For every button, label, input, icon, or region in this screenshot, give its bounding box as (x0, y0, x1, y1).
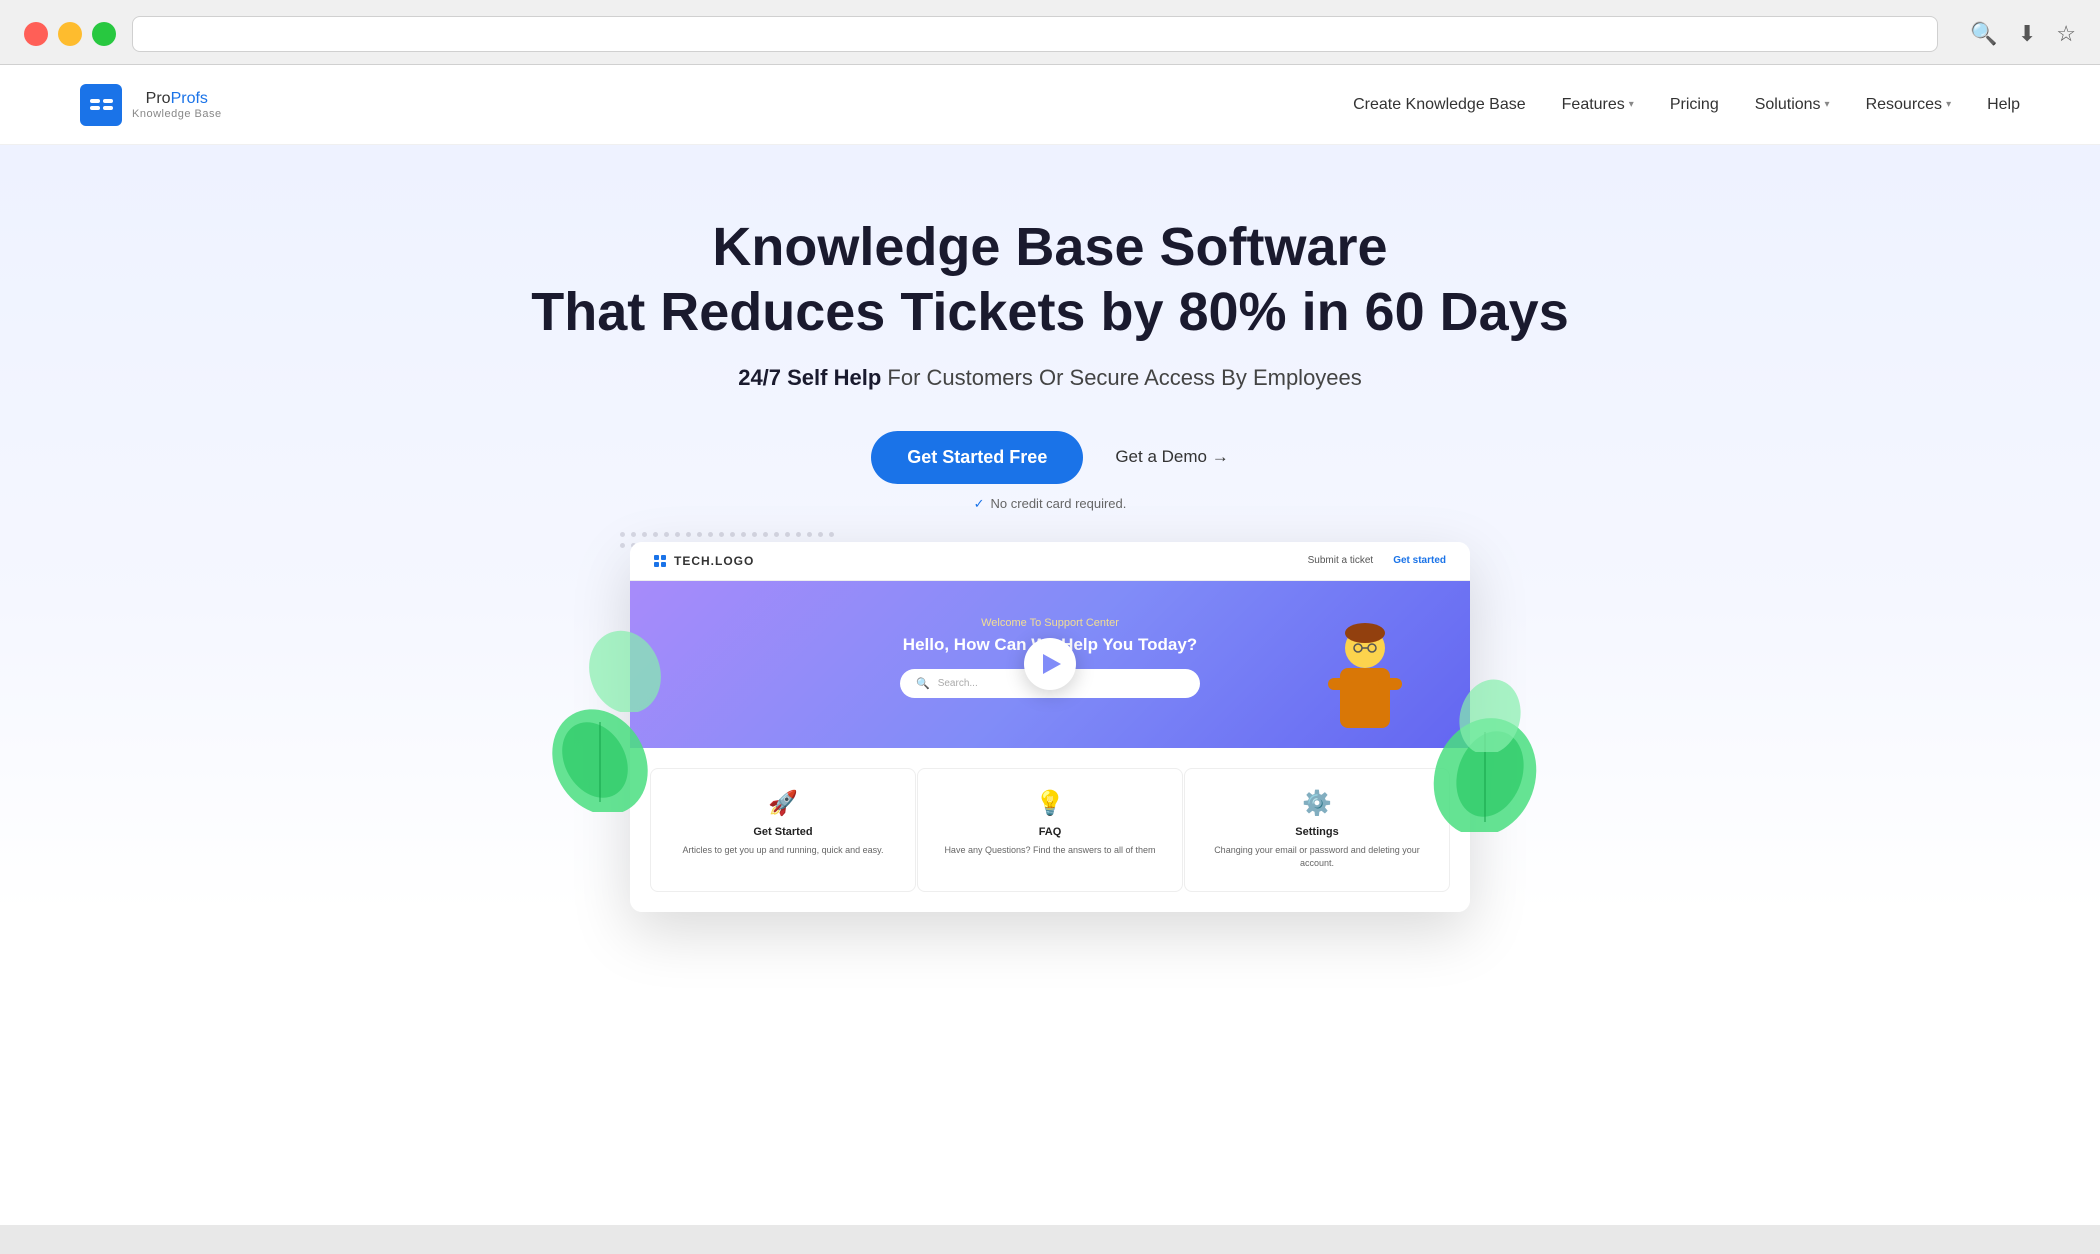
nav-item-resources[interactable]: Resources ▾ (1866, 96, 1952, 114)
browser-mockup: TECH.LOGO Submit a ticket Get started We… (630, 542, 1470, 912)
nav-item-create[interactable]: Create Knowledge Base (1353, 96, 1526, 114)
mockup-nav-getstarted: Get started (1393, 555, 1446, 566)
browser-chrome: 🔍 ⬇ ☆ (0, 0, 2100, 65)
mockup-hero-subtitle: Welcome To Support Center (981, 617, 1119, 629)
mockup-card-text-0: Articles to get you up and running, quic… (667, 844, 899, 858)
logo-subtitle: Knowledge Base (132, 108, 222, 120)
person-illustration (1320, 623, 1410, 748)
logo-profs: Profs (171, 90, 208, 107)
hero-subtitle: 24/7 Self Help For Customers Or Secure A… (40, 365, 2060, 391)
bulb-icon: 💡 (934, 789, 1166, 818)
browser-actions: 🔍 ⬇ ☆ (1970, 21, 2076, 47)
check-icon: ✓ (974, 496, 985, 512)
cta-row: Get Started Free Get a Demo → (40, 431, 2060, 484)
navbar: ProProfs Knowledge Base Create Knowledge… (0, 65, 2100, 145)
address-bar[interactable] (132, 16, 1938, 52)
logo-lines (84, 93, 119, 116)
solutions-chevron-icon: ▾ (1825, 99, 1830, 110)
traffic-lights (24, 22, 116, 46)
rocket-icon: 🚀 (667, 789, 899, 818)
play-button[interactable] (1024, 638, 1076, 690)
mockup-logo-sq-3 (654, 562, 659, 567)
play-triangle-icon (1043, 654, 1061, 674)
features-chevron-icon: ▾ (1629, 99, 1634, 110)
leaf-right2-decoration (1450, 672, 1530, 752)
mockup-cards-section: 🚀 Get Started Articles to get you up and… (630, 748, 1470, 912)
mockup-card-title-2: Settings (1201, 826, 1433, 838)
nav-item-solutions[interactable]: Solutions ▾ (1755, 96, 1830, 114)
mockup-logo: TECH.LOGO (654, 554, 754, 568)
logo-icon (80, 84, 122, 126)
get-started-button[interactable]: Get Started Free (871, 431, 1083, 484)
logo-text-box: ProProfs Knowledge Base (132, 90, 222, 120)
close-button[interactable] (24, 22, 48, 46)
nav-item-help[interactable]: Help (1987, 96, 2020, 114)
logo-line-1 (90, 99, 100, 103)
nav-item-pricing[interactable]: Pricing (1670, 96, 1719, 114)
mockup-card-text-1: Have any Questions? Find the answers to … (934, 844, 1166, 858)
no-cc-text: ✓ No credit card required. (40, 496, 2060, 512)
search-icon[interactable]: 🔍 (1970, 21, 1997, 47)
logo-pro: Pro (146, 90, 171, 107)
leaf-left2-decoration (580, 622, 670, 712)
webpage: ProProfs Knowledge Base Create Knowledge… (0, 65, 2100, 1225)
mockup-card-title-0: Get Started (667, 826, 899, 838)
download-icon[interactable]: ⬇ (2018, 21, 2036, 47)
mockup-search-icon: 🔍 (916, 677, 930, 690)
mockup-search-placeholder: Search... (938, 678, 978, 689)
mockup-logo-text: TECH.LOGO (674, 554, 754, 568)
logo-line-3 (90, 106, 100, 110)
nav-links: Create Knowledge Base Features ▾ Pricing… (1353, 96, 2020, 114)
maximize-button[interactable] (92, 22, 116, 46)
mockup-logo-sq-4 (661, 562, 666, 567)
browser-titlebar: 🔍 ⬇ ☆ (24, 16, 2076, 52)
logo-line-4 (103, 106, 113, 110)
bookmark-icon[interactable]: ☆ (2056, 21, 2076, 47)
mockup-card-faq: 💡 FAQ Have any Questions? Find the answe… (917, 768, 1183, 892)
logo: ProProfs Knowledge Base (80, 84, 222, 126)
logo-line-2 (103, 99, 113, 103)
get-demo-link[interactable]: Get a Demo → (1115, 447, 1228, 467)
logo-text: ProProfs (146, 90, 208, 108)
hero-section: Knowledge Base Software That Reduces Tic… (0, 145, 2100, 912)
mockup-nav-submit: Submit a ticket (1308, 555, 1374, 566)
mockup-card-settings: ⚙️ Settings Changing your email or passw… (1184, 768, 1450, 892)
mockup-logo-icon (654, 555, 666, 567)
mockup-card-title-1: FAQ (934, 826, 1166, 838)
minimize-button[interactable] (58, 22, 82, 46)
mockup-nav-links: Submit a ticket Get started (1308, 555, 1446, 566)
nav-item-features[interactable]: Features ▾ (1562, 96, 1634, 114)
mockup-hero-banner: Welcome To Support Center Hello, How Can… (630, 581, 1470, 748)
resources-chevron-icon: ▾ (1946, 99, 1951, 110)
gear-icon: ⚙️ (1201, 789, 1433, 818)
mockup-navbar: TECH.LOGO Submit a ticket Get started (630, 542, 1470, 581)
hero-title: Knowledge Base Software That Reduces Tic… (40, 215, 2060, 345)
mockup-card-getstarted: 🚀 Get Started Articles to get you up and… (650, 768, 916, 892)
mockup-logo-sq-2 (661, 555, 666, 560)
mockup-logo-sq-1 (654, 555, 659, 560)
mockup-card-text-2: Changing your email or password and dele… (1201, 844, 1433, 871)
demo-preview: TECH.LOGO Submit a ticket Get started We… (600, 542, 1500, 912)
